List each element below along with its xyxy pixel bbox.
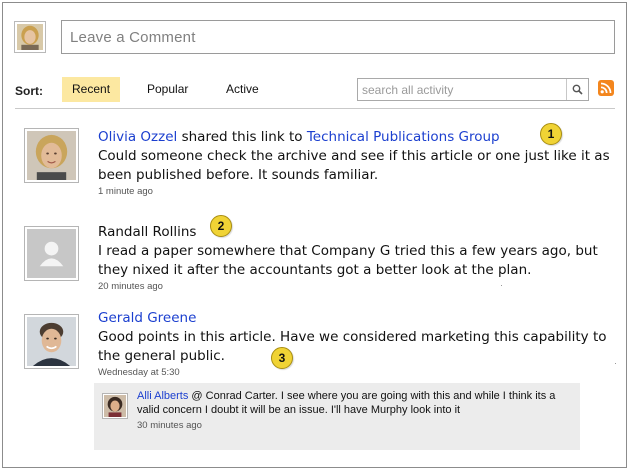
default-avatar-icon — [27, 229, 76, 278]
feed-item-body: Randall Rollins I read a paper somewhere… — [98, 223, 618, 292]
callout-marker: 1 — [540, 123, 562, 145]
timestamp: Wednesday at 5:30 — [98, 367, 180, 378]
reply-avatar[interactable] — [102, 393, 128, 419]
group-link[interactable]: Technical Publications Group — [307, 129, 500, 145]
reply-comment: Alli Alberts @ Conrad Carter. I see wher… — [94, 383, 580, 450]
rss-feed-button[interactable] — [598, 80, 614, 96]
avatar[interactable] — [24, 226, 79, 281]
activity-panel: Leave a Comment Sort: Recent Popular Act… — [2, 2, 627, 468]
search-icon — [572, 84, 583, 95]
reply-body: Alli Alberts @ Conrad Carter. I see wher… — [137, 389, 569, 433]
timestamp: 20 minutes ago — [98, 281, 163, 292]
author-name[interactable]: Randall Rollins — [98, 224, 196, 240]
feed-item-header: Randall Rollins — [98, 223, 618, 242]
timestamp: 1 minute ago — [98, 186, 153, 197]
message-text: I read a paper somewhere that Company G … — [98, 243, 598, 278]
artifact-dot — [501, 285, 502, 286]
message-text: Could someone check the archive and see … — [98, 148, 610, 183]
user-photo-icon — [17, 24, 43, 50]
sort-label: Sort: — [15, 84, 43, 98]
reply-timestamp: 30 minutes ago — [137, 420, 202, 431]
current-user-avatar — [14, 21, 46, 53]
search-box — [357, 78, 589, 101]
user-photo-icon — [27, 317, 76, 366]
feed-item-body: Gerald Greene Good points in this articl… — [98, 309, 618, 378]
sort-recent-tab[interactable]: Recent — [62, 77, 121, 102]
avatar[interactable] — [24, 314, 79, 369]
author-link[interactable]: Olivia Ozzel — [98, 129, 177, 145]
message-text: Good points in this article. Have we con… — [98, 329, 607, 364]
reply-message-text: @ Conrad Carter. I see where you are goi… — [137, 390, 556, 416]
artifact-dot — [615, 363, 616, 364]
callout-marker: 3 — [271, 347, 293, 369]
avatar[interactable] — [24, 128, 79, 183]
feed-item-header: Gerald Greene — [98, 309, 618, 328]
reply-author-link[interactable]: Alli Alberts — [137, 390, 188, 402]
user-photo-icon — [104, 395, 126, 417]
action-text: shared this link to — [181, 129, 303, 145]
search-input[interactable] — [358, 79, 564, 100]
search-button[interactable] — [566, 79, 588, 100]
sort-active-tab[interactable]: Active — [216, 77, 269, 102]
rss-icon — [600, 82, 612, 94]
author-link[interactable]: Gerald Greene — [98, 310, 196, 326]
leave-comment-input[interactable]: Leave a Comment — [61, 20, 615, 54]
sort-bar: Sort: Recent Popular Active — [15, 77, 615, 105]
user-photo-icon — [27, 131, 76, 180]
callout-marker: 2 — [210, 215, 232, 237]
header-divider — [15, 108, 615, 109]
sort-popular-tab[interactable]: Popular — [137, 77, 198, 102]
